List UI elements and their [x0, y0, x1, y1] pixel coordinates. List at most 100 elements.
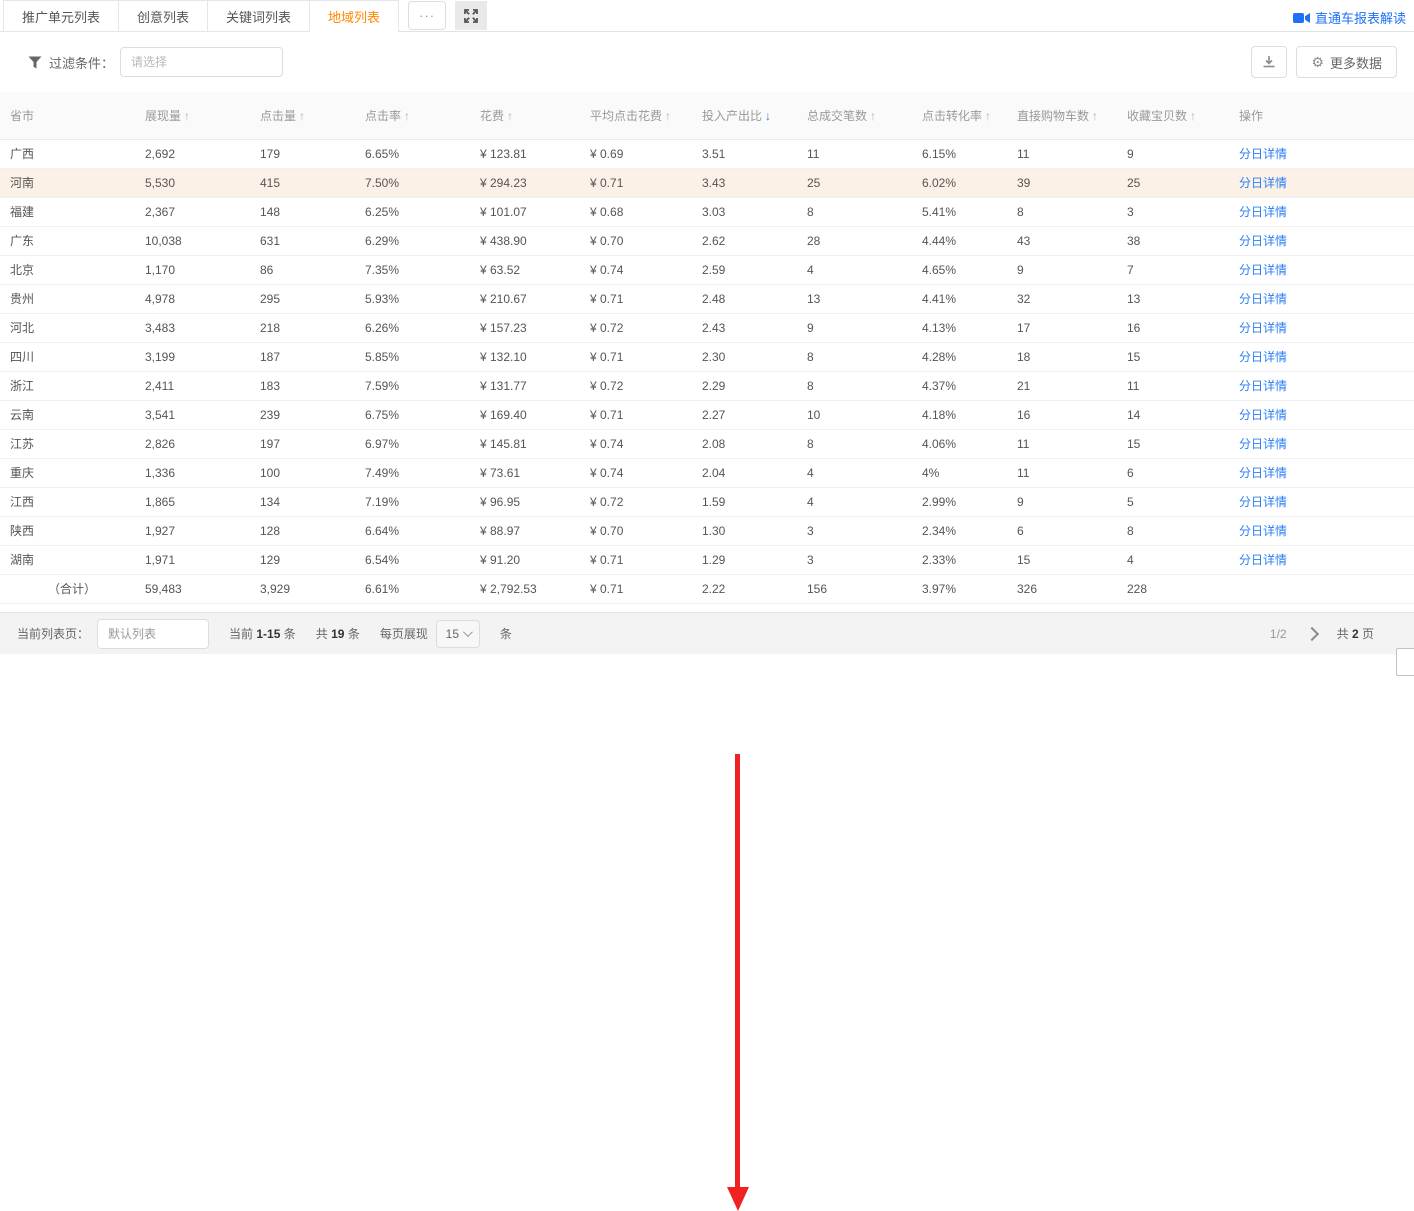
value-cell: 2.29 — [692, 371, 797, 400]
value-cell: 2.27 — [692, 400, 797, 429]
value-cell: 5,530 — [135, 168, 250, 197]
daily-detail-link[interactable]: 分日详情 — [1239, 524, 1287, 538]
current-list-label: 当前列表页： — [17, 625, 89, 642]
column-header[interactable]: 平均点击花费↑ — [580, 92, 692, 139]
value-cell: ¥ 0.74 — [580, 458, 692, 487]
value-cell: 1,927 — [135, 516, 250, 545]
filter-select-input[interactable] — [120, 47, 283, 77]
list-name-input[interactable] — [97, 619, 209, 649]
daily-detail-link[interactable]: 分日详情 — [1239, 466, 1287, 480]
more-data-button[interactable]: ⚙ 更多数据 — [1296, 46, 1397, 78]
daily-detail-link[interactable]: 分日详情 — [1239, 292, 1287, 306]
value-cell: 4 — [1117, 545, 1229, 574]
daily-detail-link[interactable]: 分日详情 — [1239, 234, 1287, 248]
action-cell: 分日详情 — [1229, 168, 1414, 197]
gear-icon: ⚙ — [1311, 55, 1324, 69]
province-cell: 云南 — [0, 400, 135, 429]
column-header[interactable]: 总成交笔数↑ — [797, 92, 912, 139]
value-cell: ¥ 0.70 — [580, 226, 692, 255]
daily-detail-link[interactable]: 分日详情 — [1239, 176, 1287, 190]
value-cell: 148 — [250, 197, 355, 226]
download-button[interactable] — [1251, 46, 1287, 78]
value-cell: 7.35% — [355, 255, 470, 284]
column-header[interactable]: 点击转化率↑ — [912, 92, 1007, 139]
value-cell: ¥ 0.74 — [580, 255, 692, 284]
report-guide-link[interactable]: 直通车报表解读 — [1293, 8, 1406, 27]
daily-detail-link[interactable]: 分日详情 — [1239, 495, 1287, 509]
value-cell: 2.59 — [692, 255, 797, 284]
value-cell: 2.48 — [692, 284, 797, 313]
value-cell: 228 — [1117, 574, 1229, 603]
value-cell: 4,978 — [135, 284, 250, 313]
value-cell: 32 — [1007, 284, 1117, 313]
more-tabs-button[interactable]: ··· — [408, 1, 446, 30]
floating-widget-partial[interactable] — [1396, 648, 1414, 676]
value-cell: 4.37% — [912, 371, 1007, 400]
value-cell: 6.65% — [355, 139, 470, 168]
value-cell: 21 — [1007, 371, 1117, 400]
daily-detail-link[interactable]: 分日详情 — [1239, 205, 1287, 219]
next-page-button[interactable] — [1303, 625, 1321, 643]
column-header[interactable]: 花费↑ — [470, 92, 580, 139]
column-header[interactable]: 收藏宝贝数↑ — [1117, 92, 1229, 139]
value-cell: ¥ 0.71 — [580, 400, 692, 429]
daily-detail-link[interactable]: 分日详情 — [1239, 350, 1287, 364]
sort-asc-icon[interactable]: ↑ — [299, 109, 305, 123]
table-row: 江苏2,8261976.97%¥ 145.81¥ 0.742.0884.06%1… — [0, 429, 1414, 458]
column-header[interactable]: 点击率↑ — [355, 92, 470, 139]
fullscreen-expand-button[interactable] — [455, 1, 487, 30]
sort-asc-icon[interactable]: ↑ — [985, 109, 991, 123]
value-cell: 6.97% — [355, 429, 470, 458]
value-cell: 7 — [1117, 255, 1229, 284]
value-cell: 10,038 — [135, 226, 250, 255]
action-cell: 分日详情 — [1229, 516, 1414, 545]
value-cell: ¥ 169.40 — [470, 400, 580, 429]
sort-asc-icon[interactable]: ↑ — [1190, 109, 1196, 123]
per-page-select[interactable]: 15 — [436, 620, 480, 648]
value-cell: ¥ 88.97 — [470, 516, 580, 545]
daily-detail-link[interactable]: 分日详情 — [1239, 379, 1287, 393]
value-cell: 3,483 — [135, 313, 250, 342]
sort-desc-active-icon[interactable]: ↓ — [765, 109, 771, 123]
tab-creative[interactable]: 创意列表 — [118, 0, 208, 32]
province-cell: 湖南 — [0, 545, 135, 574]
chevron-down-icon — [463, 627, 473, 637]
value-cell: 15 — [1117, 342, 1229, 371]
value-cell: 8 — [797, 342, 912, 371]
value-cell: 15 — [1007, 545, 1117, 574]
column-header[interactable]: 直接购物车数↑ — [1007, 92, 1117, 139]
column-header[interactable]: 投入产出比↓ — [692, 92, 797, 139]
sort-asc-icon[interactable]: ↑ — [404, 109, 410, 123]
value-cell: 4.18% — [912, 400, 1007, 429]
value-cell: ¥ 0.71 — [580, 342, 692, 371]
daily-detail-link[interactable]: 分日详情 — [1239, 408, 1287, 422]
daily-detail-link[interactable]: 分日详情 — [1239, 437, 1287, 451]
sort-asc-icon[interactable]: ↑ — [1092, 109, 1098, 123]
value-cell: 59,483 — [135, 574, 250, 603]
daily-detail-link[interactable]: 分日详情 — [1239, 553, 1287, 567]
province-cell: （合计） — [0, 574, 135, 603]
value-cell: ¥ 0.72 — [580, 487, 692, 516]
daily-detail-link[interactable]: 分日详情 — [1239, 263, 1287, 277]
tab-keyword[interactable]: 关键词列表 — [207, 0, 310, 32]
value-cell: 8 — [797, 429, 912, 458]
table-total-row: （合计）59,4833,9296.61%¥ 2,792.53¥ 0.712.22… — [0, 574, 1414, 603]
daily-detail-link[interactable]: 分日详情 — [1239, 147, 1287, 161]
value-cell: 1.30 — [692, 516, 797, 545]
action-cell: 分日详情 — [1229, 371, 1414, 400]
value-cell: 43 — [1007, 226, 1117, 255]
value-cell: 5 — [1117, 487, 1229, 516]
sort-asc-icon[interactable]: ↑ — [870, 109, 876, 123]
column-header[interactable]: 点击量↑ — [250, 92, 355, 139]
sort-asc-icon[interactable]: ↑ — [507, 109, 513, 123]
value-cell: 8 — [1007, 197, 1117, 226]
daily-detail-link[interactable]: 分日详情 — [1239, 321, 1287, 335]
column-header[interactable]: 展现量↑ — [135, 92, 250, 139]
column-header-label: 直接购物车数 — [1017, 109, 1089, 123]
value-cell: 6.29% — [355, 226, 470, 255]
tab-unit[interactable]: 推广单元列表 — [3, 0, 119, 32]
sort-asc-icon[interactable]: ↑ — [665, 109, 671, 123]
tab-region[interactable]: 地域列表 — [309, 0, 399, 33]
value-cell: 4 — [797, 487, 912, 516]
sort-asc-icon[interactable]: ↑ — [184, 109, 190, 123]
